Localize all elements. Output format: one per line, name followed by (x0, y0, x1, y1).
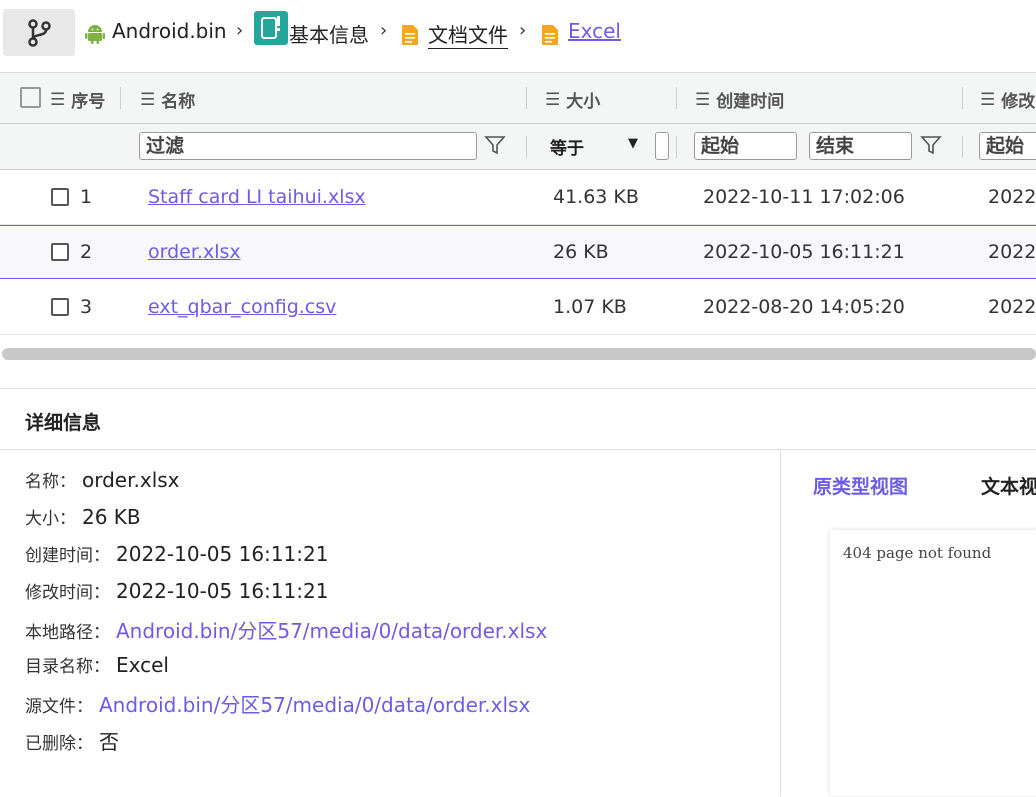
tab-original-view[interactable]: 原类型视图 (813, 472, 908, 499)
column-divider (676, 136, 677, 158)
breadcrumb-separator: › (380, 20, 388, 41)
column-divider (962, 136, 963, 158)
file-name-link[interactable]: order.xlsx (148, 226, 241, 278)
table-row[interactable]: 3 ext_qbar_config.csv 1.07 KB 2022-08-20… (0, 280, 1036, 335)
row-index: 1 (80, 186, 93, 208)
created-time: 2022-08-20 14:05:20 (703, 296, 905, 318)
detail-field-size: 大小： 26 KB (25, 505, 141, 529)
document-icon (400, 23, 420, 51)
modified-time: 2022- (988, 186, 1036, 208)
detail-field-local-path: 本地路径： Android.bin/分区57/media/0/data/order… (25, 615, 547, 644)
branch-button[interactable] (3, 9, 75, 56)
column-header-created[interactable]: ☰ 创建时间 (695, 87, 784, 113)
table-row[interactable]: 1 Staff card LI taihui.xlsx 41.63 KB 202… (0, 170, 1036, 225)
info-icon (254, 11, 288, 45)
document-icon (540, 23, 560, 51)
column-header-modified[interactable]: ☰ 修改 (980, 87, 1035, 113)
panel-divider (780, 450, 781, 796)
details-header: 详细信息 (0, 389, 1036, 450)
filter-icon[interactable] (484, 134, 506, 160)
column-divider (526, 136, 527, 158)
column-divider[interactable] (962, 87, 963, 109)
preview-text: 404 page not found (843, 544, 992, 562)
created-start-input[interactable]: 起始 (694, 132, 797, 160)
created-time: 2022-10-05 16:11:21 (703, 241, 905, 263)
filter-icon[interactable] (920, 134, 942, 160)
list-icon: ☰ (140, 89, 156, 110)
list-icon: ☰ (50, 89, 66, 110)
breadcrumb-item-documents[interactable]: 文档文件 (428, 19, 508, 49)
dropdown-arrow-icon[interactable]: ▼ (628, 136, 638, 151)
preview-box: 404 page not found (830, 530, 1036, 796)
column-header-index[interactable]: ☰ 序号 (50, 87, 105, 113)
android-icon (84, 22, 106, 44)
modified-time: 2022- (988, 296, 1036, 318)
file-name-link[interactable]: Staff card LI taihui.xlsx (148, 170, 366, 224)
source-file-link[interactable]: Android.bin/分区57/media/0/data/order.xlsx (99, 689, 530, 718)
column-divider[interactable] (120, 87, 121, 109)
list-icon: ☰ (695, 89, 711, 110)
row-index: 2 (80, 241, 93, 263)
filter-row: 过滤 等于 ▼ 起始 结束 起始 (0, 124, 1036, 170)
size-operator-select[interactable]: 等于 (550, 134, 584, 159)
file-size: 1.07 KB (553, 296, 627, 318)
modified-time: 2022- (988, 241, 1036, 263)
detail-field-created: 创建时间： 2022-10-05 16:11:21 (25, 542, 329, 566)
column-divider[interactable] (526, 87, 527, 109)
detail-field-source-file: 源文件： Android.bin/分区57/media/0/data/order.… (25, 689, 530, 718)
file-size: 26 KB (553, 241, 609, 263)
modified-start-input[interactable]: 起始 (979, 132, 1036, 160)
list-icon: ☰ (980, 89, 996, 110)
table-header: ☰ 序号 ☰ 名称 ☰ 大小 ☰ 创建时间 ☰ 修改 (0, 73, 1036, 124)
name-filter-input[interactable]: 过滤 (139, 132, 477, 160)
horizontal-scrollbar[interactable] (2, 348, 1036, 360)
created-time: 2022-10-11 17:02:06 (703, 186, 905, 208)
details-title: 详细信息 (25, 412, 102, 434)
size-value-input[interactable] (655, 132, 669, 160)
column-header-size[interactable]: ☰ 大小 (545, 87, 600, 113)
select-all-checkbox[interactable] (20, 87, 41, 108)
row-checkbox[interactable] (51, 243, 69, 261)
table-row-selected[interactable]: 2 order.xlsx 26 KB 2022-10-05 16:11:21 2… (0, 225, 1036, 279)
local-path-link[interactable]: Android.bin/分区57/media/0/data/order.xlsx (116, 615, 547, 644)
detail-field-deleted: 已删除：否 (25, 730, 119, 754)
list-icon: ☰ (545, 89, 561, 110)
file-size: 41.63 KB (553, 186, 639, 208)
column-divider[interactable] (676, 87, 677, 109)
row-index: 3 (80, 296, 93, 318)
row-checkbox[interactable] (51, 188, 69, 206)
breadcrumb-separator: › (236, 20, 244, 41)
column-header-name[interactable]: ☰ 名称 (140, 87, 195, 113)
file-name-link[interactable]: ext_qbar_config.csv (148, 280, 336, 334)
tab-text-view[interactable]: 文本视 (981, 472, 1036, 499)
breadcrumb-item-excel[interactable]: Excel (568, 19, 621, 43)
git-branch-icon (28, 18, 51, 47)
detail-field-directory: 目录名称： Excel (25, 653, 169, 677)
row-checkbox[interactable] (51, 298, 69, 316)
breadcrumb-separator: › (519, 20, 527, 41)
detail-field-name: 名称： order.xlsx (25, 468, 180, 492)
breadcrumb-item-basic-info[interactable]: 基本信息 (289, 19, 369, 48)
detail-field-modified: 修改时间： 2022-10-05 16:11:21 (25, 579, 329, 603)
created-end-input[interactable]: 结束 (809, 132, 912, 160)
breadcrumb-item-android[interactable]: Android.bin (112, 19, 227, 43)
